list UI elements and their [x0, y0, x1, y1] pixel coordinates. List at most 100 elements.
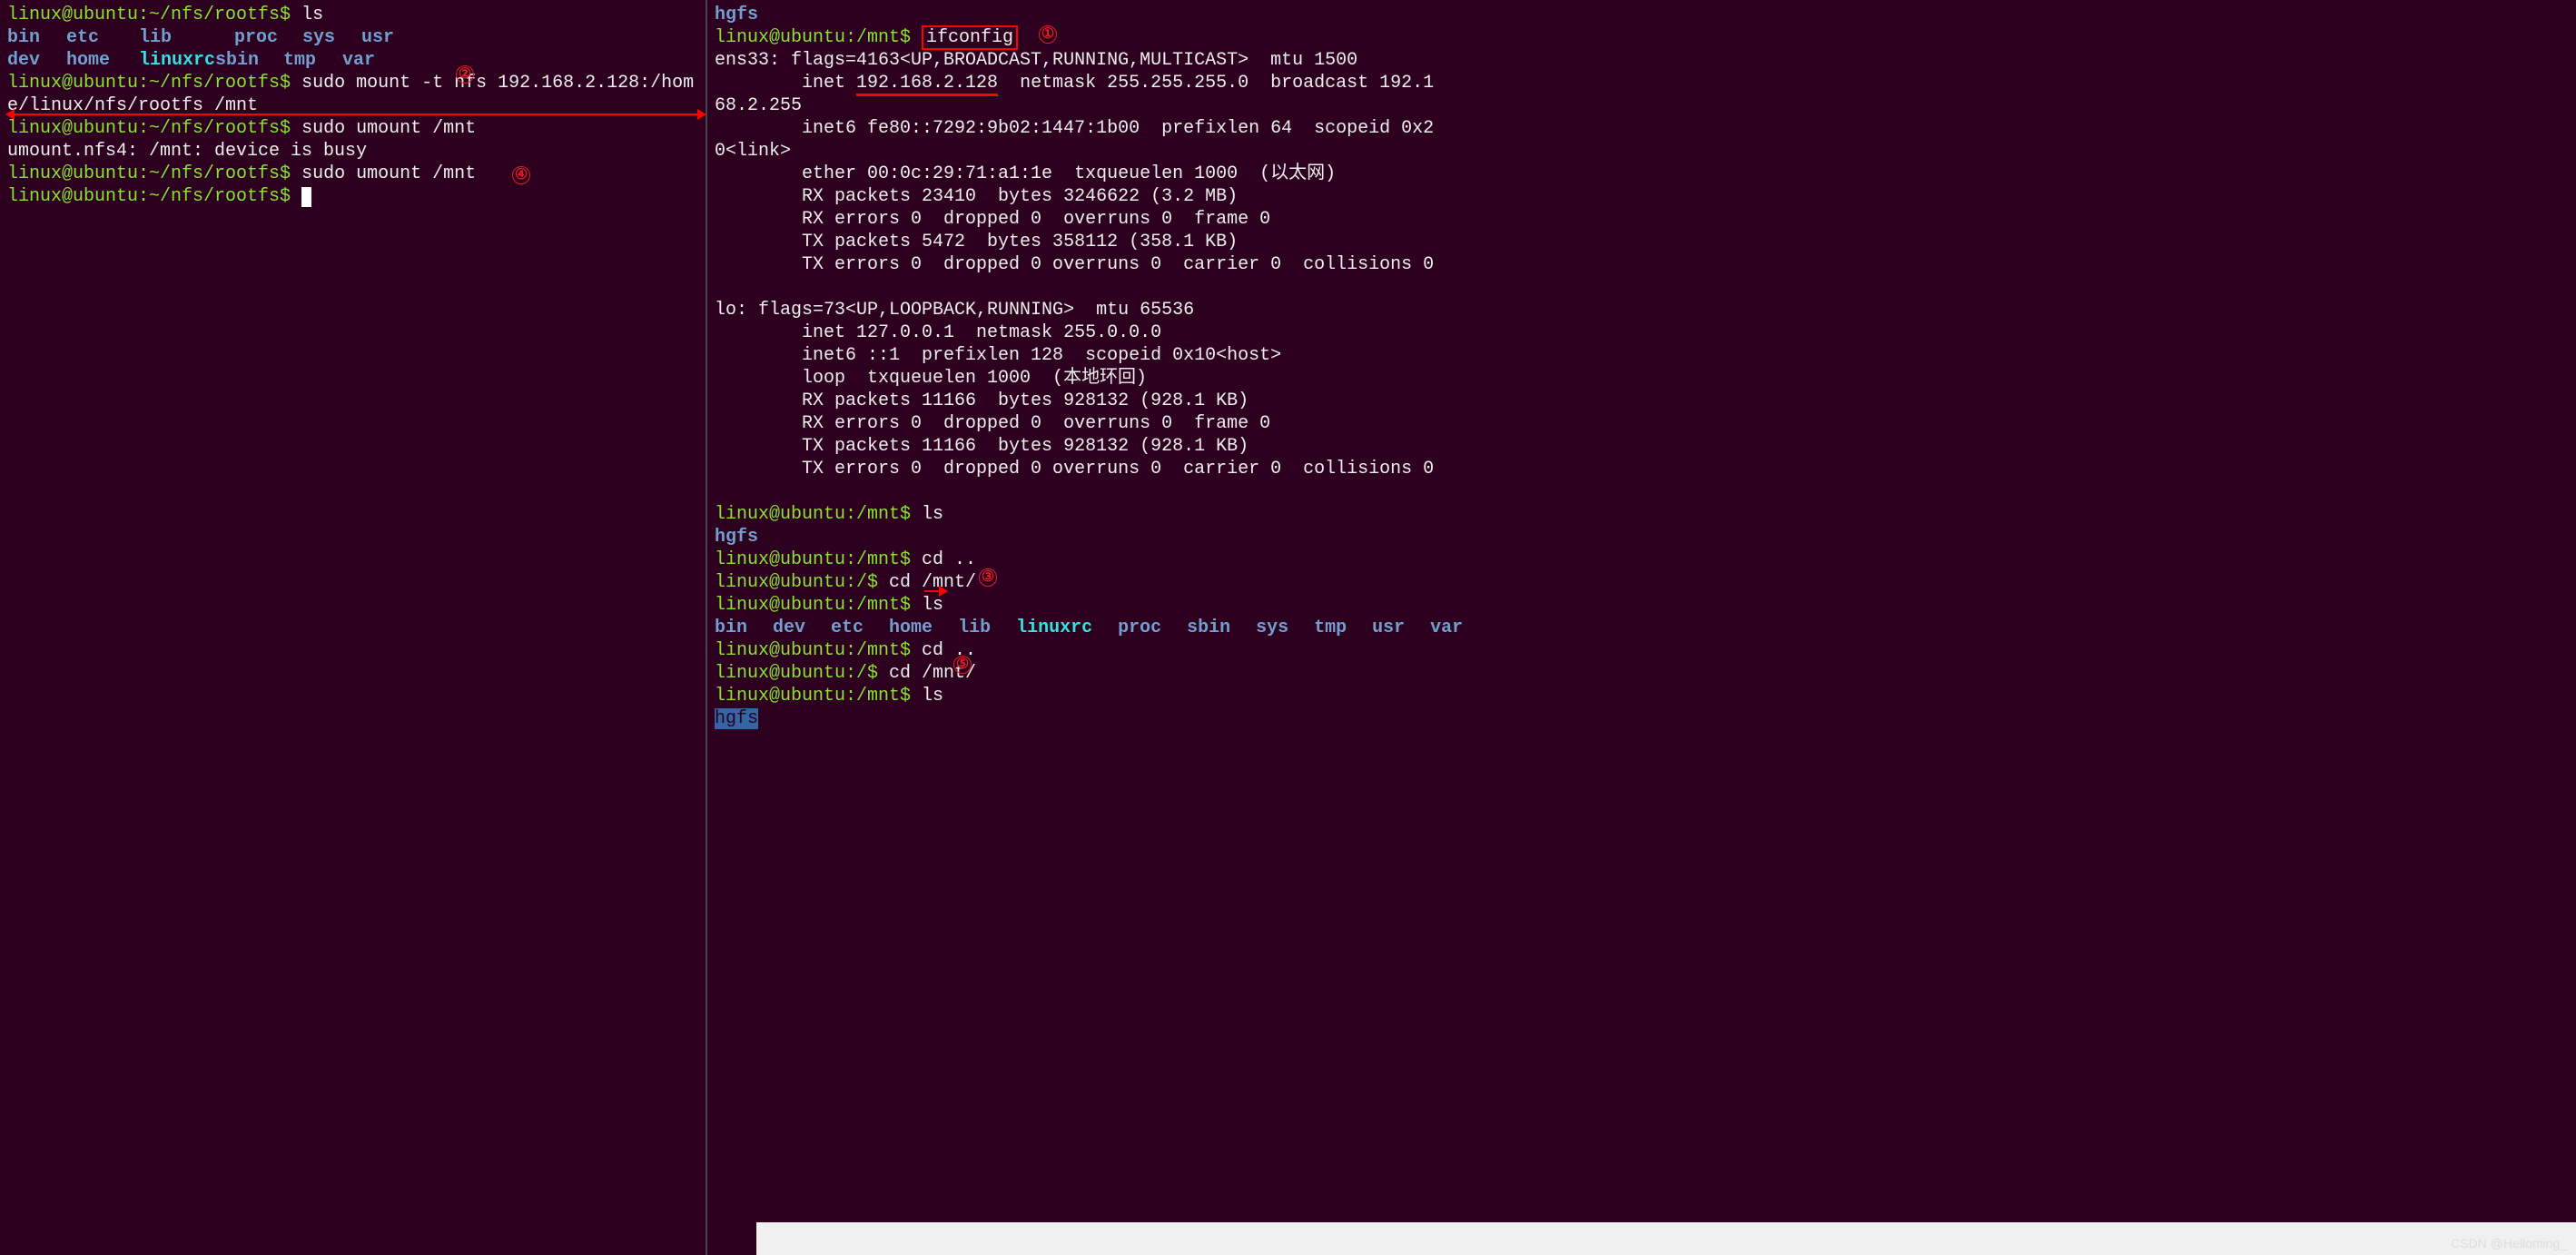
dir-sys: sys — [302, 26, 361, 49]
blank — [715, 276, 2569, 299]
cmd-text: ls — [301, 5, 323, 25]
tx-errors: TX errors 0 dropped 0 overruns 0 carrier… — [715, 253, 2569, 276]
cmd-cdup: cd .. — [922, 549, 976, 570]
dir-dev: dev — [7, 49, 66, 72]
dir-tmp: tmp — [1314, 617, 1347, 639]
prompt: linux@ubuntu:/mnt$ — [715, 27, 922, 48]
dir-sbin: sbin — [1187, 617, 1230, 639]
dir-sbin: sbin — [215, 49, 283, 72]
rx-errors: RX errors 0 dropped 0 overruns 0 frame 0 — [715, 208, 2569, 231]
prompt: linux@ubuntu:~/nfs/rootfs$ — [7, 186, 301, 207]
dir-dev: dev — [773, 617, 805, 639]
cmd-umount: sudo umount /mnt — [301, 163, 476, 184]
prompt: linux@ubuntu:~/nfs/rootfs$ — [7, 73, 301, 94]
ether-line: ether 00:0c:29:71:a1:1e txqueuelen 1000 … — [715, 163, 2569, 185]
link-linuxrc: linuxrc — [1016, 618, 1092, 638]
inet-ip: 192.168.2.128 — [856, 73, 998, 96]
dir-var: var — [1430, 617, 1463, 639]
mount-arrow-head-left — [5, 109, 15, 120]
lo-tx-packets: TX packets 11166 bytes 928132 (928.1 KB) — [715, 435, 2569, 458]
dir-sys: sys — [1256, 617, 1288, 639]
dir-hgfs: hgfs — [715, 526, 2569, 548]
cmd-umount: sudo umount /mnt — [301, 118, 476, 139]
rx-packets: RX packets 23410 bytes 3246622 (3.2 MB) — [715, 185, 2569, 208]
ls-line2: linux@ubuntu:/mnt$ ls — [715, 594, 2569, 617]
lo-tx-errors: TX errors 0 dropped 0 overruns 0 carrier… — [715, 458, 2569, 480]
inet-line: inet 192.168.2.128 netmask 255.255.255.0… — [715, 72, 2569, 94]
cmd-ifconfig: ifconfig — [922, 25, 1018, 50]
cmd-mount: sudo mount -t nfs 192.168.2.128:/hom — [301, 73, 694, 94]
lib-arrow-head — [939, 586, 948, 597]
lo-inet6: inet6 ::1 prefixlen 128 scopeid 0x10<hos… — [715, 344, 2569, 367]
prompt: linux@ubuntu:/mnt$ — [715, 595, 922, 616]
prompt-line: linux@ubuntu:~/nfs/rootfs$ ls — [7, 4, 698, 26]
umount-error: umount.nfs4: /mnt: device is busy — [7, 140, 698, 163]
ls-output-row1: binetclibprocsysusr — [7, 26, 698, 49]
dir-bin: bin — [715, 617, 747, 639]
lo-rx-errors: RX errors 0 dropped 0 overruns 0 frame 0 — [715, 412, 2569, 435]
inet6-line: inet6 fe80::7292:9b02:1447:1b00 prefixle… — [715, 117, 2569, 140]
umount-line1: linux@ubuntu:~/nfs/rootfs$ sudo umount /… — [7, 117, 698, 140]
mount-arrow-line — [11, 114, 701, 115]
link-linuxrc: linuxrc — [139, 50, 215, 71]
ens33-header: ens33: flags=4163<UP,BROADCAST,RUNNING,M… — [715, 49, 2569, 72]
dir-home: home — [889, 617, 933, 639]
prompt: linux@ubuntu:/mnt$ — [715, 686, 922, 707]
mount-arrow-head-right — [697, 109, 706, 120]
cmd-cdmnt: cd /mnt/ — [889, 663, 976, 684]
mount-command-line: linux@ubuntu:~/nfs/rootfs$ sudo mount -t… — [7, 72, 698, 94]
dir-lib: lib — [139, 26, 234, 49]
ls-output-dirs: bin dev etc home lib linuxrc proc sbin sys tmp usr… — [715, 617, 2569, 639]
inet6-wrap: 0<link> — [715, 140, 2569, 163]
ls-output-row2: devhomelinuxrcsbintmpvar — [7, 49, 698, 72]
dir-proc: proc — [1118, 617, 1161, 639]
umount-line2: linux@ubuntu:~/nfs/rootfs$ sudo umount /… — [7, 163, 698, 185]
dir-hgfs-hl: hgfs — [715, 708, 758, 729]
cmd-ls: ls — [922, 595, 943, 616]
prompt: linux@ubuntu:/mnt$ — [715, 640, 922, 661]
dir-tmp: tmp — [283, 49, 342, 72]
cdup-line: linux@ubuntu:/mnt$ cd .. — [715, 548, 2569, 571]
cmd-ls: ls — [922, 504, 943, 525]
cmd-cdup: cd .. — [922, 640, 976, 661]
right-terminal[interactable]: hgfs linux@ubuntu:/mnt$ ifconfig ens33: … — [707, 0, 2576, 1255]
hgfs-highlight: hgfs — [715, 707, 2569, 730]
prompt: linux@ubuntu:~/nfs/rootfs$ — [7, 118, 301, 139]
dir-etc: etc — [66, 26, 139, 49]
ls-line: linux@ubuntu:/mnt$ ls — [715, 503, 2569, 526]
footer-bar — [756, 1222, 2576, 1255]
prompt: linux@ubuntu:/$ — [715, 572, 889, 593]
lo-rx-packets: RX packets 11166 bytes 928132 (928.1 KB) — [715, 390, 2569, 412]
lo-inet: inet 127.0.0.1 netmask 255.0.0.0 — [715, 321, 2569, 344]
prompt: linux@ubuntu:~/nfs/rootfs$ — [7, 163, 301, 184]
cdmnt-line: linux@ubuntu:/$ cd /mnt/ — [715, 571, 2569, 594]
dir-proc: proc — [234, 26, 302, 49]
dir-bin: bin — [7, 26, 66, 49]
ls-line3: linux@ubuntu:/mnt$ ls — [715, 685, 2569, 707]
dir-var: var — [342, 49, 375, 72]
lo-header: lo: flags=73<UP,LOOPBACK,RUNNING> mtu 65… — [715, 299, 2569, 321]
left-terminal[interactable]: linux@ubuntu:~/nfs/rootfs$ ls binetclibp… — [0, 0, 707, 1255]
dir-home: home — [66, 49, 139, 72]
watermark: CSDN @Helloming_ — [2451, 1236, 2567, 1252]
cdup-line2: linux@ubuntu:/mnt$ cd .. — [715, 639, 2569, 662]
ifconfig-line: linux@ubuntu:/mnt$ ifconfig — [715, 26, 2569, 49]
dir-usr: usr — [1372, 617, 1405, 639]
prompt: linux@ubuntu:/mnt$ — [715, 504, 922, 525]
inet-rest: netmask 255.255.255.0 broadcast 192.1 — [998, 73, 1434, 94]
prompt-cursor-line: linux@ubuntu:~/nfs/rootfs$ — [7, 185, 698, 208]
cdmnt-line2: linux@ubuntu:/$ cd /mnt/ — [715, 662, 2569, 685]
tx-packets: TX packets 5472 bytes 358112 (358.1 KB) — [715, 231, 2569, 253]
dir-hgfs: hgfs — [715, 4, 2569, 26]
user-host: linux@ubuntu:~/nfs/rootfs$ — [7, 5, 301, 25]
blank — [715, 480, 2569, 503]
lo-loop: loop txqueuelen 1000 (本地环回) — [715, 367, 2569, 390]
prompt: linux@ubuntu:/mnt$ — [715, 549, 922, 570]
inet-wrap: 68.2.255 — [715, 94, 2569, 117]
dir-lib: lib — [958, 617, 991, 639]
cmd-ls: ls — [922, 686, 943, 707]
dir-etc: etc — [831, 617, 864, 639]
cursor — [301, 187, 311, 207]
prompt: linux@ubuntu:/$ — [715, 663, 889, 684]
inet-prefix: inet — [715, 73, 856, 94]
